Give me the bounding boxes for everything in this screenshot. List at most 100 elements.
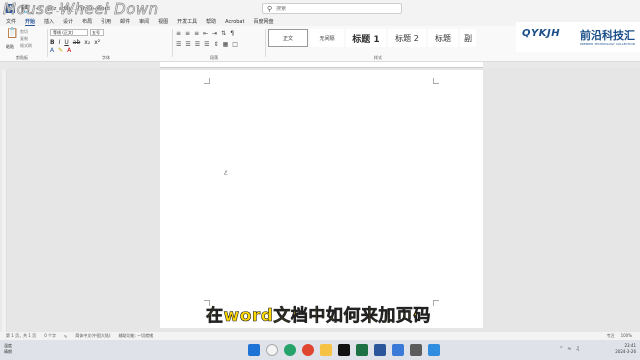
mouse-action-overlay: Mouse Wheel Down <box>3 0 159 18</box>
tab-review[interactable]: 审阅 <box>139 18 149 25</box>
excel-icon[interactable] <box>356 344 368 356</box>
group-label-styles: 样式 <box>374 55 382 60</box>
tab-references[interactable]: 引用 <box>101 18 111 25</box>
logo-chinese-name: 前沿科技汇 <box>580 29 635 42</box>
volume-icon[interactable]: ♫ <box>576 346 580 352</box>
weather-widget[interactable]: 温度 晴朗 <box>4 343 12 355</box>
strikethrough-button[interactable]: ab <box>73 39 81 46</box>
wifi-icon[interactable]: ≈ <box>567 346 571 352</box>
clock[interactable]: 23:41 2024-3-26 <box>615 343 636 355</box>
tab-acrobat[interactable]: Acrobat <box>225 19 244 25</box>
paragraph-row-1: ≡ ≡ ≡ ⇤ ⇥ ⇅ ¶ <box>176 30 234 37</box>
status-bar: 第 1 页，共 1 页 0 个字 ✎ 简体中文(中国大陆) 辅助功能: 一切就绪… <box>0 332 640 340</box>
i-beam-cursor-icon: ℰ <box>224 170 228 177</box>
style-subtitle[interactable]: 副 <box>460 29 476 47</box>
bullets-icon[interactable]: ≡ <box>176 30 181 37</box>
focus-button[interactable]: 专注 <box>607 333 615 339</box>
margin-corner-mark <box>433 78 439 84</box>
app-icon[interactable] <box>410 344 422 356</box>
text-effects-icon[interactable]: A <box>50 47 54 54</box>
clock-date: 2024-3-26 <box>615 349 636 354</box>
superscript-button[interactable]: x² <box>94 39 100 46</box>
paste-label: 粘贴 <box>6 44 14 49</box>
borders-icon[interactable]: □ <box>232 41 238 48</box>
align-left-icon[interactable]: ☰ <box>176 41 181 48</box>
group-label-font: 字体 <box>102 55 110 60</box>
tab-layout[interactable]: 布局 <box>82 18 92 25</box>
chrome-icon[interactable] <box>302 344 314 356</box>
line-spacing-icon[interactable]: ⇕ <box>214 41 219 48</box>
format-painter-button[interactable]: 格式刷 <box>20 43 32 49</box>
document-page[interactable] <box>160 70 483 328</box>
tab-mailings[interactable]: 邮件 <box>120 18 130 25</box>
margin-corner-mark <box>433 300 439 306</box>
tab-insert[interactable]: 插入 <box>44 18 54 25</box>
word-count[interactable]: 0 个字 <box>44 333 56 339</box>
channel-logo: QYKJH 前沿科技汇 PREMIER TECHNOLOGY COLLECTIO… <box>516 22 640 52</box>
copy-button[interactable]: 复制 <box>20 36 28 42</box>
font-format-row: B I U ab x₂ x² <box>50 39 100 46</box>
video-subtitle: 在word文档中如何来加页码 <box>206 306 431 327</box>
clipboard-group: 📋 粘贴 剪切 复制 格式刷 <box>6 28 46 54</box>
font-name-select[interactable]: 等线 (正文) <box>50 29 88 36</box>
style-title[interactable]: 标题 <box>428 29 458 47</box>
tab-design[interactable]: 设计 <box>63 18 73 25</box>
multilevel-icon[interactable]: ≡ <box>194 30 199 37</box>
underline-button[interactable]: U <box>64 39 68 46</box>
chevron-up-icon[interactable]: ⌃ <box>559 346 563 352</box>
style-normal[interactable]: 正文 <box>268 29 308 47</box>
style-no-spacing[interactable]: 无间隔 <box>310 29 344 47</box>
justify-icon[interactable]: ☰ <box>204 41 209 48</box>
group-label-clipboard: 剪贴板 <box>16 55 28 60</box>
search-taskbar-icon[interactable] <box>266 344 278 356</box>
app-icon[interactable] <box>392 344 404 356</box>
tab-help[interactable]: 帮助 <box>206 18 216 25</box>
word-taskbar-icon[interactable] <box>374 344 386 356</box>
zoom-level[interactable]: 100% <box>621 333 632 339</box>
sort-icon[interactable]: ⇅ <box>221 30 226 37</box>
increase-indent-icon[interactable]: ⇥ <box>212 30 217 37</box>
align-center-icon[interactable]: ☰ <box>185 41 190 48</box>
decrease-indent-icon[interactable]: ⇤ <box>203 30 208 37</box>
search-box[interactable]: ⚲ <box>262 3 402 14</box>
proofing-icon[interactable]: ✎ <box>64 334 67 339</box>
highlight-icon[interactable]: ✎ <box>58 47 63 54</box>
file-explorer-icon[interactable] <box>320 344 332 356</box>
align-right-icon[interactable]: ☰ <box>195 41 200 48</box>
search-input[interactable] <box>276 5 387 12</box>
margin-corner-mark <box>204 78 210 84</box>
font-size-select[interactable]: 五号 <box>90 29 104 36</box>
accessibility-status[interactable]: 辅助功能: 一切就绪 <box>119 333 154 339</box>
show-marks-icon[interactable]: ¶ <box>230 30 234 37</box>
font-color-icon[interactable]: A <box>67 47 71 54</box>
weather-desc: 晴朗 <box>4 349 12 354</box>
status-right: 专注 100% <box>607 333 632 339</box>
paragraph-row-2: ☰ ☰ ☰ ☰ ⇕ ▦ □ <box>176 41 238 48</box>
group-label-paragraph: 段落 <box>210 55 218 60</box>
subscript-button[interactable]: x₂ <box>84 39 90 46</box>
cut-button[interactable]: 剪切 <box>20 29 28 35</box>
shading-icon[interactable]: ▦ <box>223 41 229 48</box>
language-indicator[interactable]: 简体中文(中国大陆) <box>75 333 110 339</box>
horizontal-ruler[interactable] <box>160 62 483 68</box>
tab-home[interactable]: 开始 <box>25 18 36 26</box>
italic-button[interactable]: I <box>59 39 61 46</box>
capcut-icon[interactable] <box>338 344 350 356</box>
edge-icon[interactable] <box>284 344 296 356</box>
app-icon[interactable] <box>428 344 440 356</box>
system-tray: ⌃ ≈ ♫ <box>559 346 580 352</box>
start-icon[interactable] <box>248 344 260 356</box>
numbering-icon[interactable]: ≡ <box>185 30 190 37</box>
style-heading-1[interactable]: 标题 1 <box>346 29 386 47</box>
style-heading-2[interactable]: 标题 2 <box>388 29 426 47</box>
tab-baidu-netdisk[interactable]: 百度网盘 <box>253 18 273 25</box>
tab-developer[interactable]: 开发工具 <box>177 18 197 25</box>
tab-view[interactable]: 视图 <box>158 18 168 25</box>
divider <box>47 29 48 57</box>
page-count[interactable]: 第 1 页，共 1 页 <box>6 333 36 339</box>
vertical-ruler[interactable] <box>2 70 7 332</box>
bold-button[interactable]: B <box>50 39 55 46</box>
clipboard-icon: 📋 <box>6 28 19 39</box>
tab-file[interactable]: 文件 <box>6 18 16 25</box>
divider <box>265 29 266 57</box>
